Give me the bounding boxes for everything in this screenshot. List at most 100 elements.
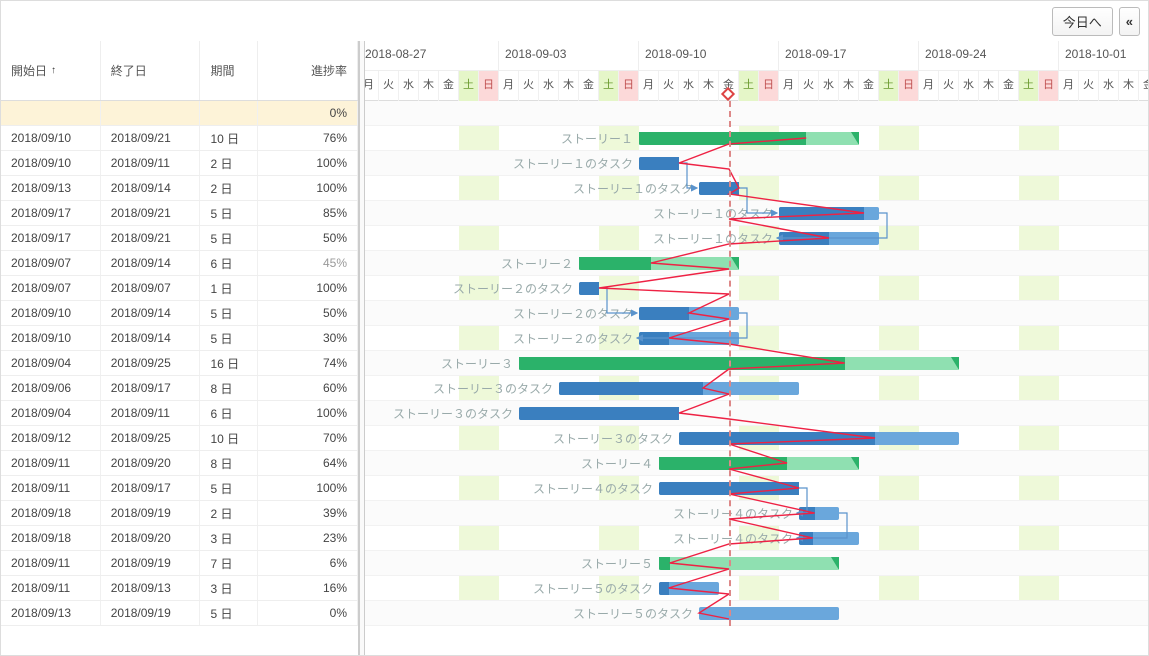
task-bar[interactable] [559,382,799,395]
task-bar[interactable] [639,157,679,170]
pane-divider[interactable] [359,41,365,655]
gantt-row: ストーリー１のタスク [359,201,1148,226]
cell: 74% [258,351,358,375]
day-cell: 土 [739,71,759,101]
table-row[interactable]: 2018/09/182018/09/192 日39% [1,501,358,526]
table-row[interactable]: 2018/09/172018/09/215 日85% [1,201,358,226]
bar-label: ストーリー５のタスク [359,580,653,597]
col-duration[interactable]: 期間 [200,41,258,100]
day-cell: 日 [759,71,779,101]
cell: 3 日 [200,526,258,550]
cell: 64% [258,451,358,475]
cell: 100% [258,476,358,500]
table-row[interactable]: 2018/09/102018/09/145 日50% [1,301,358,326]
day-cell: 土 [1019,71,1039,101]
week-row: 2018-08-272018-09-032018-09-102018-09-17… [359,41,1148,71]
day-cell: 水 [539,71,559,101]
progress-fill [699,182,739,195]
task-bar[interactable] [699,182,739,195]
table-row[interactable]: 2018/09/042018/09/116 日100% [1,401,358,426]
bar-label: ストーリー４のタスク [359,505,793,522]
task-bar[interactable] [699,607,839,620]
cell: 100% [258,176,358,200]
progress-fill [519,357,845,370]
progress-fill [639,157,679,170]
table-row[interactable]: 2018/09/112018/09/175 日100% [1,476,358,501]
table-row[interactable]: 0% [1,101,358,126]
cell: 2018/09/19 [101,501,201,525]
bar-label: ストーリー２のタスク [359,280,573,297]
col-progress[interactable]: 進捗率 [258,41,358,100]
cell: 2018/09/11 [101,151,201,175]
gantt-row: ストーリー４ [359,451,1148,476]
table-row[interactable]: 2018/09/172018/09/215 日50% [1,226,358,251]
table-row[interactable]: 2018/09/112018/09/133 日16% [1,576,358,601]
day-cell: 火 [939,71,959,101]
table-row[interactable]: 2018/09/122018/09/2510 日70% [1,426,358,451]
cell: 2018/09/11 [1,451,101,475]
table-row[interactable]: 2018/09/132018/09/142 日100% [1,176,358,201]
cell [101,101,201,125]
task-bar[interactable] [639,332,739,345]
cell: 6 日 [200,401,258,425]
table-row[interactable]: 2018/09/112018/09/197 日6% [1,551,358,576]
bar-label: ストーリー４ [359,455,653,472]
story-bar[interactable] [659,457,859,470]
day-cell: 火 [659,71,679,101]
cell: 5 日 [200,476,258,500]
task-bar[interactable] [799,532,859,545]
cell: 50% [258,226,358,250]
table-row[interactable]: 2018/09/042018/09/2516 日74% [1,351,358,376]
task-bar[interactable] [679,432,959,445]
story-bar[interactable] [579,257,739,270]
story-bar[interactable] [659,557,839,570]
table-row[interactable]: 2018/09/102018/09/112 日100% [1,151,358,176]
cell: 2018/09/10 [1,326,101,350]
gantt-row: ストーリー５のタスク [359,601,1148,626]
table-row[interactable]: 2018/09/182018/09/203 日23% [1,526,358,551]
bar-label: ストーリー１のタスク [359,155,633,172]
col-start[interactable]: 開始日 ↑ [1,41,101,100]
task-bar[interactable] [579,282,599,295]
prev-button[interactable]: « [1119,7,1140,36]
story-bar[interactable] [639,132,859,145]
gantt-row: ストーリー４のタスク [359,501,1148,526]
cell: 45% [258,251,358,275]
cell: 7 日 [200,551,258,575]
cell: 10 日 [200,126,258,150]
table-row[interactable]: 2018/09/132018/09/195 日0% [1,601,358,626]
gantt-row: ストーリー１ [359,126,1148,151]
cell: 2018/09/20 [101,451,201,475]
task-bar[interactable] [799,507,839,520]
col-end[interactable]: 終了日 [101,41,201,100]
table-row[interactable]: 2018/09/062018/09/178 日60% [1,376,358,401]
day-row: 月火水木金土日月火水木金土日月火水木金土日月火水木金土日月火水木金土日月火水木金… [359,71,1148,101]
today-button[interactable]: 今日へ [1052,7,1113,36]
table-row[interactable]: 2018/09/102018/09/145 日30% [1,326,358,351]
cell: 30% [258,326,358,350]
table-row[interactable]: 2018/09/072018/09/146 日45% [1,251,358,276]
cell: 60% [258,376,358,400]
table-row[interactable]: 2018/09/102018/09/2110 日76% [1,126,358,151]
table-row[interactable]: 2018/09/072018/09/071 日100% [1,276,358,301]
cell: 2018/09/07 [1,251,101,275]
cell: 6% [258,551,358,575]
sort-asc-icon: ↑ [51,65,56,76]
gantt-row: ストーリー５のタスク [359,576,1148,601]
bar-label: ストーリー４のタスク [359,480,653,497]
day-cell: 金 [999,71,1019,101]
day-cell: 水 [399,71,419,101]
task-bar[interactable] [659,582,719,595]
table-row[interactable]: 2018/09/112018/09/208 日64% [1,451,358,476]
task-bar[interactable] [779,207,879,220]
day-cell: 水 [819,71,839,101]
gantt-pane[interactable]: 2018-08-272018-09-032018-09-102018-09-17… [359,41,1148,656]
task-bar[interactable] [519,407,679,420]
bar-label: ストーリー３ [359,355,513,372]
cell: 2018/09/04 [1,351,101,375]
story-bar[interactable] [519,357,959,370]
gantt-row: ストーリー２ [359,251,1148,276]
task-bar[interactable] [639,307,739,320]
cell: 16 日 [200,351,258,375]
task-bar[interactable] [779,232,879,245]
